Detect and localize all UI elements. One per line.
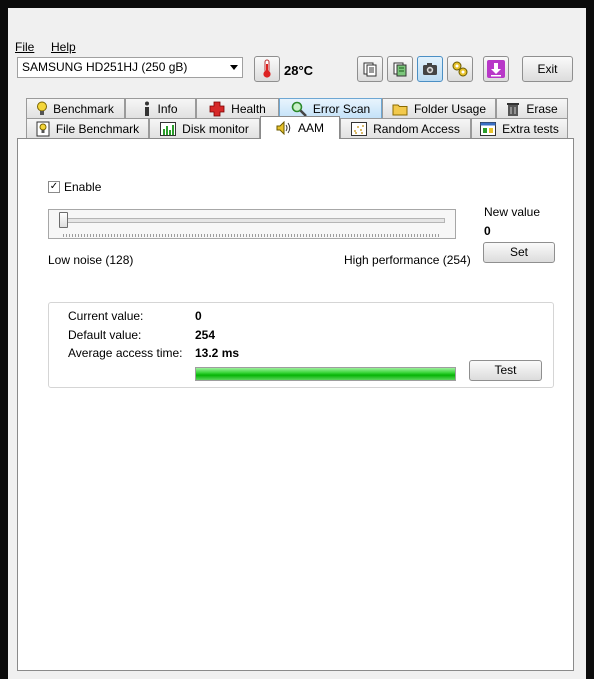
file-benchmark-icon	[36, 121, 50, 136]
tab-folder-usage[interactable]: Folder Usage	[382, 98, 496, 118]
enable-checkbox[interactable]: ✓	[48, 181, 60, 193]
speaker-icon	[276, 121, 291, 135]
thermometer-icon	[263, 59, 271, 78]
app-window: File Help SAMSUNG HD251HJ (250 gB) 28°C	[8, 8, 586, 679]
tab-label: Disk monitor	[182, 121, 249, 136]
menu-help[interactable]: Help	[51, 40, 76, 54]
chart-icon	[160, 121, 177, 136]
temperature-value: 28°C	[284, 63, 314, 78]
tab-label: Folder Usage	[413, 101, 487, 116]
info-icon	[145, 101, 150, 116]
save-button[interactable]	[483, 56, 509, 82]
current-value: 0	[195, 309, 202, 323]
results-group: Current value: 0 Default value: 254 Aver…	[48, 302, 554, 388]
folder-icon	[392, 104, 408, 115]
slider-thumb[interactable]	[59, 212, 68, 228]
low-noise-label: Low noise (128)	[48, 253, 134, 267]
progress-fill	[196, 368, 455, 380]
current-value-label: Current value:	[68, 309, 144, 323]
tab-label: File Benchmark	[55, 121, 140, 136]
test-progress-bar	[195, 367, 456, 381]
temperature-button[interactable]	[254, 56, 280, 82]
trash-icon	[507, 102, 520, 116]
tab-aam[interactable]: AAM	[260, 116, 340, 139]
tab-label: Erase	[526, 101, 558, 116]
tab-extra-tests[interactable]: Extra tests	[471, 118, 568, 138]
tab-info[interactable]: Info	[125, 98, 196, 118]
copy-text-button[interactable]	[357, 56, 383, 82]
tab-label: Error Scan	[312, 101, 371, 116]
high-performance-label: High performance (254)	[344, 253, 471, 267]
aam-panel: ✓ Enable New value 0 Set Low noise (128)…	[17, 138, 574, 671]
screenshot-button[interactable]	[417, 56, 443, 82]
tab-health[interactable]: Health	[196, 98, 279, 118]
enable-label: Enable	[64, 180, 102, 194]
default-value: 254	[195, 328, 216, 342]
copy-all-button[interactable]	[387, 56, 413, 82]
tab-label: Extra tests	[502, 121, 559, 136]
new-value-label: New value	[484, 205, 541, 219]
tab-label: Benchmark	[53, 101, 114, 116]
avg-access-time-label: Average access time:	[68, 346, 183, 360]
aam-slider[interactable]	[48, 209, 456, 239]
menu-file[interactable]: File	[15, 40, 34, 54]
save-down-icon	[487, 60, 505, 78]
chevron-down-icon	[230, 65, 238, 70]
drive-select-value: SAMSUNG HD251HJ (250 gB)	[22, 60, 188, 74]
copy-text-icon	[363, 62, 377, 77]
test-button[interactable]: Test	[469, 360, 542, 381]
slider-ticks	[63, 234, 441, 237]
health-cross-icon	[209, 101, 225, 116]
magnifier-icon	[291, 101, 307, 117]
tab-label: Health	[231, 101, 266, 116]
new-value: 0	[484, 224, 491, 238]
tab-disk-monitor[interactable]: Disk monitor	[149, 118, 260, 138]
copy-all-icon	[393, 62, 407, 77]
slider-track	[59, 218, 445, 223]
tab-label: Info	[157, 101, 178, 116]
tab-label: AAM	[297, 121, 324, 135]
tab-label: Random Access	[373, 121, 460, 136]
random-access-icon	[351, 121, 368, 136]
exit-button[interactable]: Exit	[522, 56, 573, 82]
default-value-label: Default value:	[68, 328, 142, 342]
options-button[interactable]	[447, 56, 473, 82]
tab-random-access[interactable]: Random Access	[340, 118, 471, 138]
tab-file-benchmark[interactable]: File Benchmark	[26, 118, 149, 138]
tab-error-scan[interactable]: Error Scan	[279, 98, 382, 118]
extra-tests-icon	[480, 121, 497, 136]
tab-erase[interactable]: Erase	[496, 98, 568, 118]
lightbulb-icon	[37, 101, 48, 115]
tab-benchmark[interactable]: Benchmark	[26, 98, 125, 118]
menu-bar: File Help	[8, 32, 586, 54]
camera-icon	[423, 63, 437, 75]
avg-access-time-value: 13.2 ms	[195, 346, 240, 360]
set-button[interactable]: Set	[483, 242, 555, 263]
options-icon	[452, 61, 468, 77]
drive-select[interactable]: SAMSUNG HD251HJ (250 gB)	[17, 57, 243, 78]
